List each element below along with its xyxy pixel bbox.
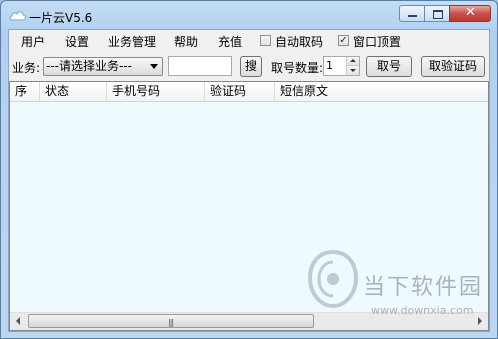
auto-fetch-checkbox[interactable] xyxy=(260,35,271,46)
menu-user[interactable]: 用户 xyxy=(21,33,45,50)
title-bar[interactable]: 一片云V5.6 ✕ xyxy=(1,1,497,29)
watermark-logo-icon xyxy=(306,248,360,313)
menu-settings[interactable]: 设置 xyxy=(65,33,89,50)
stepper-down-button[interactable] xyxy=(346,66,359,75)
service-select[interactable]: ---请选择业务--- xyxy=(43,57,163,76)
window-on-top-label[interactable]: 窗口顶置 xyxy=(353,33,401,50)
window-on-top-checkbox[interactable]: ✓ xyxy=(338,35,349,46)
maximize-button[interactable] xyxy=(424,5,450,22)
column-header-phone[interactable]: 手机号码 xyxy=(107,82,205,101)
toolbar: 业务: ---请选择业务--- 搜 取号数量: 1 取号 取验证码 xyxy=(9,54,489,80)
service-label: 业务: xyxy=(12,61,41,75)
close-button[interactable]: ✕ xyxy=(449,5,491,22)
arrow-right-icon xyxy=(478,317,482,325)
stepper-up-button[interactable] xyxy=(346,57,359,66)
auto-fetch-label[interactable]: 自动取码 xyxy=(275,33,323,50)
column-header-code[interactable]: 验证码 xyxy=(205,82,275,101)
maximize-icon xyxy=(433,10,443,19)
scroll-left-button[interactable] xyxy=(10,313,27,329)
service-select-value: ---请选择业务--- xyxy=(46,59,132,73)
window-controls: ✕ xyxy=(399,5,491,24)
grip-icon: ||| xyxy=(168,318,174,327)
watermark-text: 当下软件园 xyxy=(363,275,484,300)
menu-business[interactable]: 业务管理 xyxy=(108,33,156,50)
watermark-url: www.downxia.com xyxy=(371,304,474,317)
chevron-down-icon xyxy=(150,64,158,69)
quantity-value: 1 xyxy=(326,59,333,72)
column-header-sms-text[interactable]: 短信原文 xyxy=(275,82,488,101)
window-title: 一片云V5.6 xyxy=(29,11,93,25)
menu-bar: 用户 设置 业务管理 帮助 充值 自动取码 ✓ 窗口顶置 xyxy=(9,30,489,51)
column-header-status[interactable]: 状态 xyxy=(40,82,107,101)
quantity-label: 取号数量: xyxy=(271,61,324,75)
app-window: 一片云V5.6 ✕ 用户 设置 业务管理 帮助 充值 自动取码 ✓ 窗口顶置 业… xyxy=(0,0,498,339)
arrow-up-icon xyxy=(350,59,356,62)
arrow-down-icon xyxy=(350,69,356,72)
get-number-button[interactable]: 取号 xyxy=(366,56,412,77)
minimize-button[interactable] xyxy=(399,5,425,22)
search-input[interactable] xyxy=(168,56,232,76)
menu-recharge[interactable]: 充值 xyxy=(218,33,242,50)
minimize-icon xyxy=(408,15,417,17)
scrollbar-thumb[interactable]: ||| xyxy=(28,314,314,328)
menu-help[interactable]: 帮助 xyxy=(174,33,198,50)
get-code-button[interactable]: 取验证码 xyxy=(421,56,485,77)
quantity-stepper[interactable]: 1 xyxy=(323,56,360,76)
scroll-right-button[interactable] xyxy=(471,313,488,329)
column-header-index[interactable]: 序 xyxy=(10,82,40,101)
list-header: 序 状态 手机号码 验证码 短信原文 xyxy=(10,82,488,102)
close-icon: ✕ xyxy=(465,5,476,20)
arrow-left-icon xyxy=(16,317,20,325)
search-button[interactable]: 搜 xyxy=(240,56,262,77)
cloud-icon xyxy=(9,10,27,24)
